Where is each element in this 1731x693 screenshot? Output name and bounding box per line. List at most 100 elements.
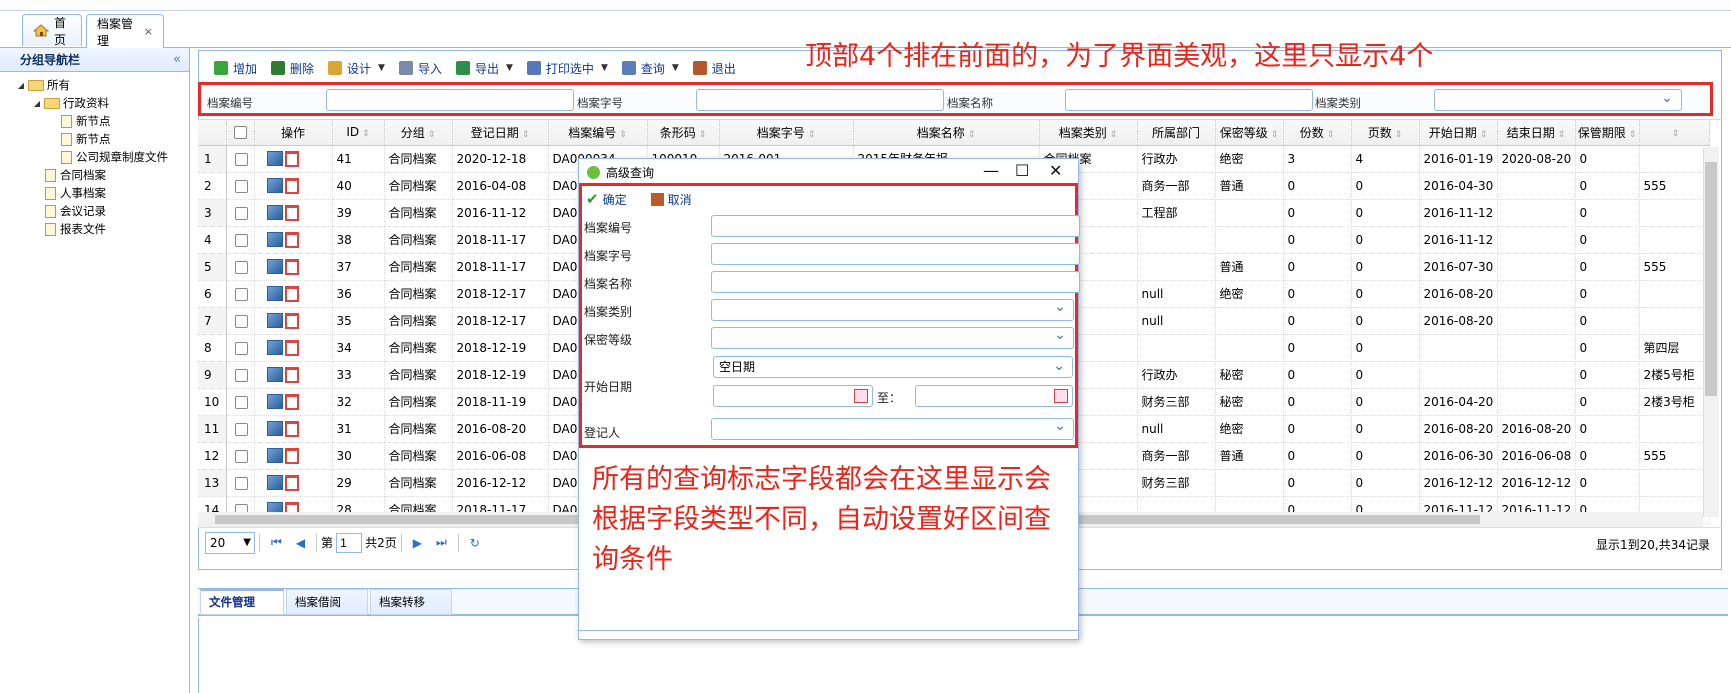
search-select-archive-type[interactable] [1434, 89, 1682, 111]
delete-icon[interactable] [284, 312, 299, 329]
column-header[interactable]: 保密等级 ⇕ [1215, 120, 1284, 146]
column-header[interactable]: 所属部门 [1137, 120, 1216, 146]
sort-icon[interactable]: ⇕ [1271, 130, 1279, 140]
refresh-icon[interactable]: ↻ [470, 536, 480, 550]
tree-node[interactable]: 新节点 [0, 112, 189, 130]
delete-icon[interactable] [284, 339, 299, 356]
sort-icon[interactable]: ⇕ [968, 130, 976, 140]
date-from-input[interactable] [713, 385, 873, 407]
row-checkbox[interactable] [234, 152, 248, 166]
edit-icon[interactable] [266, 394, 283, 409]
field-select-archive-type[interactable] [711, 299, 1074, 321]
field-input-archive-no[interactable] [711, 215, 1080, 237]
sort-icon[interactable]: ⇕ [1327, 130, 1335, 140]
calendar-icon[interactable] [1054, 389, 1068, 403]
row-checkbox[interactable] [234, 395, 248, 409]
row-checkbox[interactable] [234, 260, 248, 274]
chevron-down-icon[interactable]: ▼ [601, 63, 608, 73]
toolbar-button-import[interactable]: 导入 [393, 57, 448, 79]
field-input-archive-code[interactable] [711, 243, 1080, 265]
field-select-secrecy[interactable] [711, 327, 1074, 349]
page-size-select[interactable]: 20 ▼ [205, 531, 255, 554]
edit-icon[interactable] [266, 232, 283, 247]
search-input-archive-no[interactable] [326, 89, 574, 111]
page-number-input[interactable] [336, 532, 363, 553]
calendar-icon[interactable] [854, 389, 868, 403]
delete-icon[interactable] [284, 447, 299, 464]
tree-node[interactable]: 新节点 [0, 130, 189, 148]
date-mode-select[interactable]: 空日期 [713, 356, 1073, 378]
toolbar-button-search[interactable]: 查询 ▼ [616, 57, 685, 79]
column-header[interactable]: 开始日期 ⇕ [1419, 120, 1498, 146]
sort-icon[interactable]: ⇕ [1480, 130, 1488, 140]
tab-file-management[interactable]: 文件管理 [200, 589, 284, 615]
column-header[interactable]: 保管期限 ⇕ [1575, 120, 1640, 146]
column-header[interactable] [198, 120, 227, 146]
column-header[interactable]: 页数 ⇕ [1351, 120, 1420, 146]
column-header[interactable]: 操作 [254, 120, 333, 146]
field-select-registrar[interactable] [711, 418, 1074, 440]
edit-icon[interactable] [266, 475, 283, 490]
delete-icon[interactable] [284, 366, 299, 383]
column-header[interactable]: 档案字号 ⇕ [719, 120, 854, 146]
edit-icon[interactable] [266, 151, 283, 166]
chevron-down-icon[interactable]: ▼ [672, 63, 679, 73]
expand-arrow-icon[interactable]: ◢ [32, 99, 42, 108]
delete-icon[interactable] [284, 177, 299, 194]
toolbar-button-exit[interactable]: 退出 [687, 57, 742, 79]
edit-icon[interactable] [266, 205, 283, 220]
row-checkbox[interactable] [234, 368, 248, 382]
maximize-icon[interactable]: ☐ [1015, 161, 1029, 180]
search-input-archive-name[interactable] [1065, 89, 1313, 111]
delete-icon[interactable] [284, 204, 299, 221]
column-header[interactable]: ⇕ [1639, 120, 1710, 146]
delete-icon[interactable] [284, 393, 299, 410]
tab-archive-management[interactable]: 档案管理 × [86, 14, 164, 48]
row-checkbox[interactable] [234, 206, 248, 220]
column-header[interactable]: 档案类别 ⇕ [1039, 120, 1138, 146]
sort-icon[interactable]: ⇕ [1395, 130, 1403, 140]
toolbar-button-add[interactable]: 增加 [208, 57, 263, 79]
column-header[interactable]: ID ⇕ [332, 120, 385, 146]
column-header[interactable]: 分组 ⇕ [384, 120, 453, 146]
tree-node[interactable]: 公司规章制度文件 [0, 148, 189, 166]
delete-icon[interactable] [284, 258, 299, 275]
delete-icon[interactable] [284, 150, 299, 167]
sort-icon[interactable]: ⇕ [1672, 129, 1680, 139]
tab-home[interactable]: 首页 [22, 14, 82, 47]
toolbar-button-export[interactable]: 导出 ▼ [450, 57, 519, 79]
first-page-icon[interactable]: ⏮ [271, 535, 282, 550]
expand-arrow-icon[interactable]: ◢ [16, 81, 26, 90]
ok-button[interactable]: 确定 [603, 191, 627, 208]
sort-icon[interactable]: ⇕ [428, 130, 436, 140]
tree-node[interactable]: 合同档案 [0, 166, 189, 184]
tree-node[interactable]: ◢ 所有 [0, 76, 189, 94]
date-to-input[interactable] [915, 385, 1073, 407]
edit-icon[interactable] [266, 313, 283, 328]
delete-icon[interactable] [284, 420, 299, 437]
vertical-scroll-thumb[interactable] [1705, 162, 1717, 396]
column-header[interactable]: 条形码 ⇕ [647, 120, 720, 146]
delete-icon[interactable] [284, 285, 299, 302]
edit-icon[interactable] [266, 178, 283, 193]
row-checkbox[interactable] [234, 341, 248, 355]
chevron-down-icon[interactable]: ▼ [506, 63, 513, 73]
edit-icon[interactable] [266, 448, 283, 463]
delete-icon[interactable] [284, 231, 299, 248]
tab-archive-transfer[interactable]: 档案转移 [370, 589, 452, 615]
column-header[interactable]: 登记日期 ⇕ [452, 120, 549, 146]
column-header[interactable]: 结束日期 ⇕ [1497, 120, 1576, 146]
search-input-archive-code[interactable] [696, 89, 944, 111]
row-checkbox[interactable] [234, 287, 248, 301]
row-checkbox[interactable] [234, 314, 248, 328]
tab-archive-borrow[interactable]: 档案借阅 [286, 589, 368, 615]
column-header[interactable]: 档案编号 ⇕ [548, 120, 648, 146]
tree-node[interactable]: ◢ 行政资料 [0, 94, 189, 112]
tree-node[interactable]: 会议记录 [0, 202, 189, 220]
sort-icon[interactable]: ⇕ [522, 130, 530, 140]
sort-icon[interactable]: ⇕ [362, 129, 370, 139]
toolbar-button-print[interactable]: 打印选中 ▼ [521, 57, 614, 79]
last-page-icon[interactable]: ⏭ [436, 535, 447, 550]
sort-icon[interactable]: ⇕ [1558, 130, 1566, 140]
row-checkbox[interactable] [234, 449, 248, 463]
